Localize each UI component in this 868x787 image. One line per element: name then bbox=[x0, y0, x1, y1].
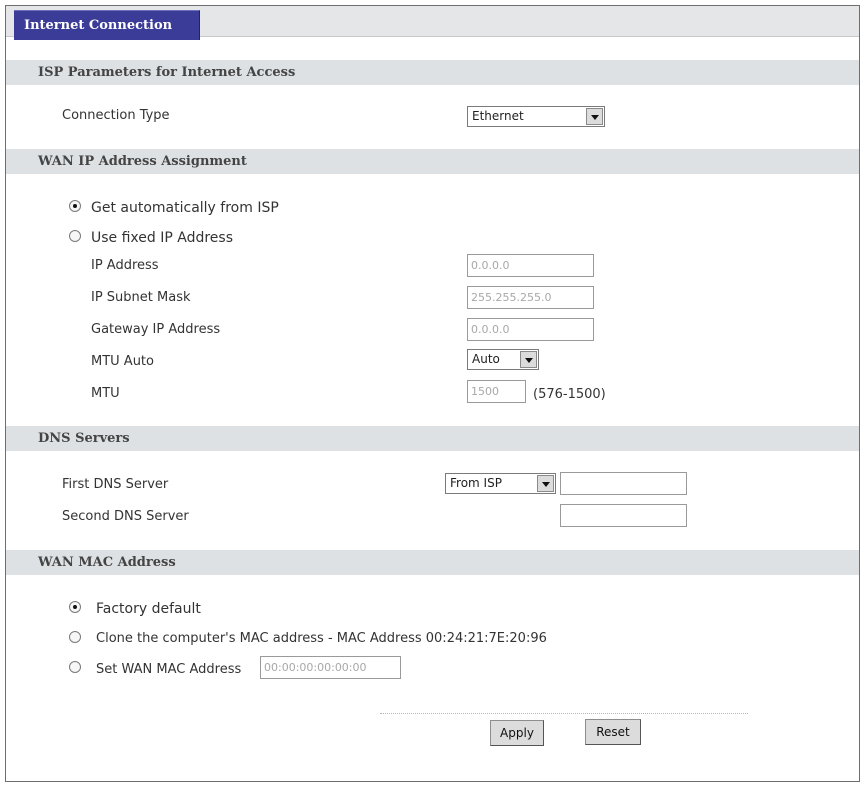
get-automatically-label: Get automatically from ISP bbox=[91, 200, 279, 216]
chevron-down-icon bbox=[537, 475, 554, 492]
tab-bar: Internet Connection bbox=[6, 6, 859, 40]
connection-type-value: Ethernet bbox=[472, 109, 524, 123]
connection-type-select[interactable]: Ethernet bbox=[467, 106, 605, 127]
mtu-label: MTU bbox=[91, 386, 120, 401]
first-dns-label: First DNS Server bbox=[62, 477, 169, 492]
factory-default-label: Factory default bbox=[96, 601, 201, 617]
clone-mac-label: Clone the computer's MAC address - MAC A… bbox=[96, 631, 547, 646]
second-dns-label: Second DNS Server bbox=[62, 509, 189, 524]
mtu-auto-value: Auto bbox=[472, 352, 500, 366]
gateway-ip-field[interactable]: 0.0.0.0 bbox=[467, 318, 594, 341]
section-wan-mac-address: WAN MAC Address bbox=[6, 550, 859, 575]
section-wan-ip-assignment: WAN IP Address Assignment bbox=[6, 149, 859, 174]
section-dns-servers: DNS Servers bbox=[6, 426, 859, 451]
radio-clone-mac[interactable] bbox=[69, 631, 81, 643]
mtu-auto-label: MTU Auto bbox=[91, 354, 154, 369]
first-dns-mode-select[interactable]: From ISP bbox=[445, 473, 556, 494]
set-wan-mac-field[interactable]: 00:00:00:00:00:00 bbox=[260, 656, 401, 679]
connection-type-label: Connection Type bbox=[62, 108, 170, 123]
radio-get-automatically[interactable] bbox=[69, 200, 81, 212]
use-fixed-ip-label: Use fixed IP Address bbox=[91, 230, 234, 246]
button-divider bbox=[380, 713, 748, 714]
set-wan-mac-label: Set WAN MAC Address bbox=[96, 662, 242, 677]
first-dns-field[interactable] bbox=[560, 472, 687, 495]
ip-address-field[interactable]: 0.0.0.0 bbox=[467, 254, 594, 277]
first-dns-mode-value: From ISP bbox=[450, 476, 502, 490]
tab-internet-connection[interactable]: Internet Connection bbox=[14, 10, 200, 40]
reset-button[interactable]: Reset bbox=[585, 719, 641, 745]
radio-use-fixed-ip[interactable] bbox=[69, 230, 81, 242]
chevron-down-icon bbox=[520, 351, 537, 368]
mtu-field[interactable]: 1500 bbox=[467, 380, 526, 403]
mtu-range-hint: (576-1500) bbox=[533, 387, 606, 402]
ip-subnet-mask-field[interactable]: 255.255.255.0 bbox=[467, 286, 594, 309]
apply-button[interactable]: Apply bbox=[490, 720, 544, 746]
chevron-down-icon bbox=[586, 108, 603, 125]
radio-set-wan-mac[interactable] bbox=[69, 661, 81, 673]
gateway-ip-label: Gateway IP Address bbox=[91, 322, 221, 337]
ip-address-label: IP Address bbox=[91, 258, 159, 273]
mtu-auto-select[interactable]: Auto bbox=[467, 349, 539, 370]
ip-subnet-mask-label: IP Subnet Mask bbox=[91, 290, 191, 305]
section-isp-parameters: ISP Parameters for Internet Access bbox=[6, 60, 859, 85]
second-dns-field[interactable] bbox=[560, 504, 687, 527]
radio-factory-default[interactable] bbox=[69, 601, 81, 613]
